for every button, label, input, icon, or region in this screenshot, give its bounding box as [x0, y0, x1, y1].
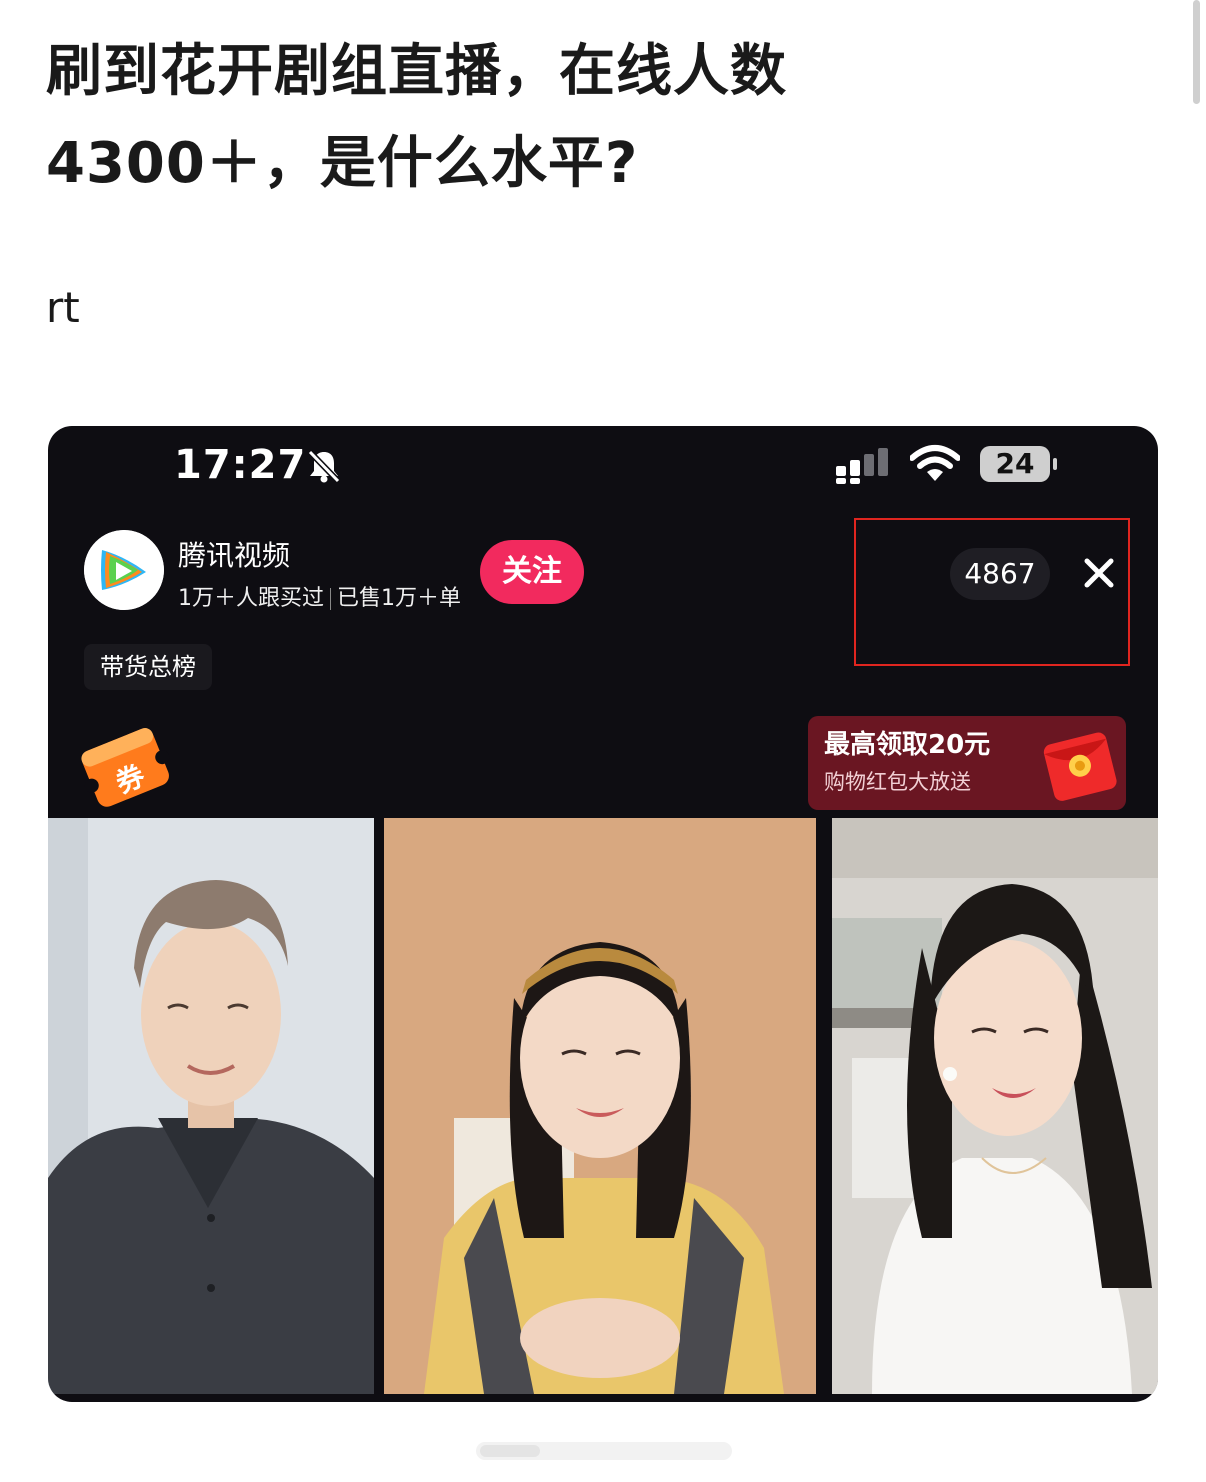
scrollbar[interactable] [1193, 0, 1200, 104]
buyers-stat: 1万＋人跟买过 [178, 586, 324, 611]
status-time: 17:27 [174, 442, 307, 488]
signal-icon [836, 448, 888, 484]
post-title: 刷到花开剧组直播，在线人数4300＋，是什么水平? [46, 39, 787, 196]
close-icon[interactable] [1078, 552, 1120, 594]
follow-button[interactable]: 关注 [480, 540, 584, 604]
promo-headline: 最高领取20元 [824, 730, 991, 760]
stat-divider [330, 588, 331, 610]
tencent-video-logo-icon[interactable] [84, 530, 164, 610]
video-feed-right[interactable] [832, 818, 1158, 1394]
livestream-screenshot[interactable]: 17:27 24 腾讯视频 1万＋人跟买过 已售1万＋单 关注 4867 带货总榜 [48, 426, 1158, 1402]
red-envelope-icon [1043, 732, 1117, 801]
battery-indicator: 24 [980, 446, 1057, 482]
video-feed-center[interactable] [384, 818, 816, 1394]
sales-rank-tag[interactable]: 带货总榜 [84, 644, 212, 690]
sold-stat: 已售1万＋单 [337, 586, 461, 611]
host-left-image [48, 818, 374, 1394]
watermark-bar [476, 1442, 732, 1460]
video-feed-left[interactable] [48, 818, 374, 1394]
host-center-image [384, 818, 816, 1394]
wifi-icon [910, 445, 960, 481]
viewer-count[interactable]: 4867 [950, 548, 1050, 600]
post-body: rt [46, 283, 80, 332]
shop-name[interactable]: 腾讯视频 [178, 534, 290, 574]
promo-subtext: 购物红包大放送 [824, 770, 971, 794]
coupon-icon[interactable]: 券 [78, 716, 170, 812]
host-right-image [832, 818, 1158, 1394]
mute-bell-icon [307, 449, 341, 484]
shop-stats: 1万＋人跟买过 已售1万＋单 [178, 580, 461, 612]
red-packet-promo[interactable]: 最高领取20元 购物红包大放送 [808, 716, 1126, 810]
